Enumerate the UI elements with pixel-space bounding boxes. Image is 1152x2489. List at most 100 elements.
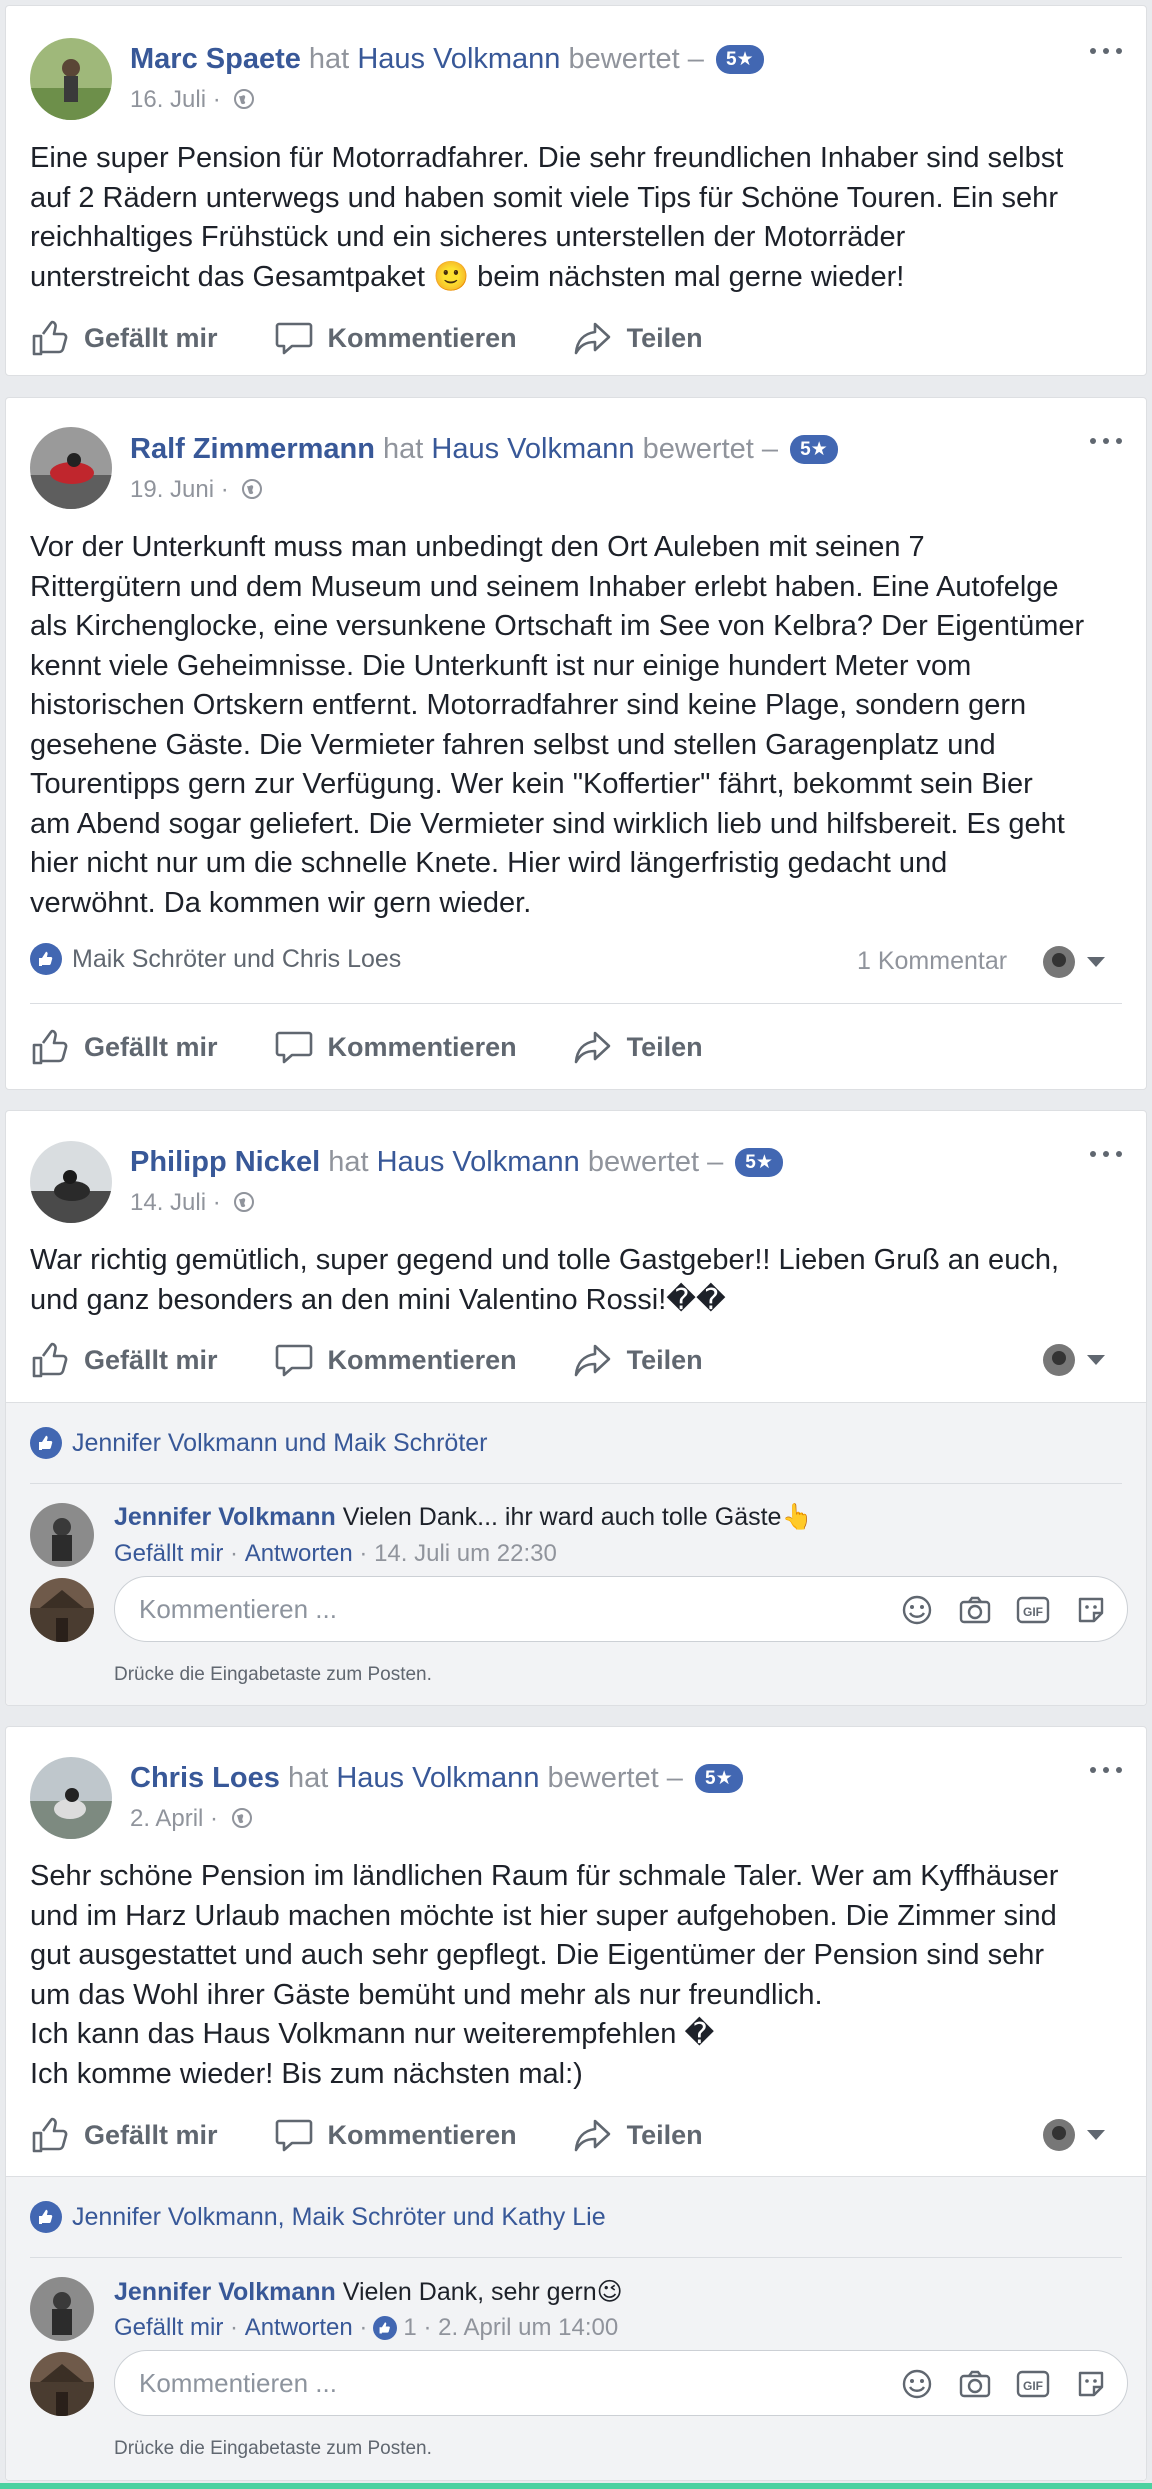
comment-input-box[interactable]: GIF <box>114 2350 1128 2416</box>
page-link[interactable]: Haus Volkmann <box>357 43 560 75</box>
more-options-icon[interactable] <box>1086 1143 1126 1163</box>
share-button[interactable]: Teilen <box>573 1027 703 1067</box>
review-text: Sehr schöne Pension im ländlichen Raum f… <box>30 1860 1059 2090</box>
reply-like-link[interactable]: Gefällt mir <box>114 2314 223 2342</box>
commenter-name[interactable]: Jennifer Volkmann <box>114 1503 336 1531</box>
like-button[interactable]: Gefällt mir <box>30 1027 218 1067</box>
page-link[interactable]: Haus Volkmann <box>431 433 634 465</box>
like-reaction-icon <box>30 1427 62 1459</box>
reply-actions: Gefällt mir · Antworten · 1 · 2. April u… <box>114 2314 619 2342</box>
likes-summary[interactable]: Jennifer Volkmann und Maik Schröter <box>30 1427 488 1459</box>
post-header: Marc Spaete hat Haus Volkmann bewertet –… <box>130 43 764 76</box>
comment-input[interactable] <box>139 1591 839 1627</box>
comment-button[interactable]: Kommentieren <box>274 1027 517 1067</box>
comment-button[interactable]: Kommentieren <box>274 1340 517 1380</box>
share-icon <box>574 1344 610 1377</box>
reply-comment: Jennifer Volkmann Vielen Dank... ihr war… <box>114 1503 813 1531</box>
commenter-name[interactable]: Jennifer Volkmann <box>114 2278 336 2306</box>
author-avatar[interactable] <box>30 427 112 509</box>
comment-input-box[interactable]: GIF <box>114 1576 1128 1642</box>
author-name[interactable]: Marc Spaete <box>130 43 301 75</box>
sticker-icon[interactable] <box>1073 2366 1109 2402</box>
reply-answer-link[interactable]: Antworten <box>245 2314 353 2342</box>
share-button[interactable]: Teilen <box>573 2115 703 2155</box>
author-avatar[interactable] <box>30 38 112 120</box>
action-bar: Gefällt mir Kommentieren Teilen <box>30 2113 759 2157</box>
post-hint: Drücke die Eingabetaste zum Posten. <box>114 1664 432 1685</box>
comment-count[interactable]: 1 Kommentar <box>857 947 1007 976</box>
like-reaction-icon <box>30 943 62 975</box>
comment-button[interactable]: Kommentieren <box>274 318 517 358</box>
gif-icon[interactable]: GIF <box>1015 2366 1051 2402</box>
page-link[interactable]: Haus Volkmann <box>336 1762 539 1794</box>
reply-actions: Gefällt mir · Antworten · 14. Juli um 22… <box>114 1540 557 1568</box>
share-icon <box>574 2119 610 2152</box>
chevron-down-icon <box>1087 1355 1105 1365</box>
reply-timestamp[interactable]: · 14. Juli um 22:30 <box>359 1540 556 1568</box>
author-name[interactable]: Ralf Zimmermann <box>130 433 375 465</box>
post-header: Philipp Nickel hat Haus Volkmann bewerte… <box>130 1146 783 1179</box>
share-button[interactable]: Teilen <box>573 1340 703 1380</box>
more-options-icon[interactable] <box>1086 40 1126 60</box>
likes-summary[interactable]: Jennifer Volkmann, Maik Schröter und Kat… <box>30 2201 606 2233</box>
post-meta: 16. Juli · <box>130 86 255 114</box>
rating-badge: 5★ <box>735 1148 783 1177</box>
rating-badge: 5★ <box>715 45 764 74</box>
action-bar: Gefällt mir Kommentieren Teilen <box>30 1338 759 1382</box>
commenter-avatar[interactable] <box>30 2277 94 2341</box>
camera-icon[interactable] <box>957 2366 993 2402</box>
commenter-avatar[interactable] <box>30 1503 94 1567</box>
reply-timestamp[interactable]: · 2. April um 14:00 <box>423 2314 618 2342</box>
comment-input[interactable] <box>139 2365 839 2401</box>
thumbs-up-icon <box>32 2117 68 2153</box>
post-date[interactable]: 19. Juni · <box>130 476 229 503</box>
viewer-selector[interactable] <box>1043 1344 1105 1376</box>
reply-answer-link[interactable]: Antworten <box>245 1540 353 1568</box>
reply-comment: Jennifer Volkmann Vielen Dank, sehr gern… <box>114 2278 623 2306</box>
globe-icon <box>231 1808 252 1828</box>
emoji-icon[interactable] <box>899 1592 935 1628</box>
share-icon <box>574 1031 610 1064</box>
emoji-icon[interactable] <box>899 2366 935 2402</box>
thumbs-up-icon <box>32 1342 68 1378</box>
author-name[interactable]: Chris Loes <box>130 1762 280 1794</box>
more-options-icon[interactable] <box>1086 430 1126 450</box>
post-meta: 2. April · <box>130 1805 253 1833</box>
review-text: Vor der Unterkunft muss man unbedingt de… <box>30 531 1085 919</box>
like-reaction-icon[interactable] <box>373 2316 398 2340</box>
comment-icon <box>275 322 312 355</box>
share-button[interactable]: Teilen <box>573 318 703 358</box>
like-button[interactable]: Gefällt mir <box>30 1340 218 1380</box>
gif-icon[interactable]: GIF <box>1015 1592 1051 1628</box>
chevron-down-icon <box>1087 2130 1105 2140</box>
like-button[interactable]: Gefällt mir <box>30 2115 218 2155</box>
author-avatar[interactable] <box>30 1757 112 1839</box>
review-text: War richtig gemütlich, super gegend und … <box>30 1244 1060 1316</box>
review-post-2: Ralf Zimmermann hat Haus Volkmann bewert… <box>5 397 1147 1090</box>
post-date[interactable]: 16. Juli · <box>130 86 221 113</box>
author-name[interactable]: Philipp Nickel <box>130 1146 320 1178</box>
review-text: Eine super Pension für Motorradfahrer. D… <box>30 142 1064 293</box>
post-date[interactable]: 2. April · <box>130 1805 218 1832</box>
like-button[interactable]: Gefällt mir <box>30 318 218 358</box>
viewer-selector[interactable] <box>1043 946 1105 978</box>
more-options-icon[interactable] <box>1086 1759 1126 1779</box>
post-date[interactable]: 14. Juli · <box>130 1189 221 1216</box>
thumbs-up-icon <box>32 320 68 356</box>
like-reaction-icon <box>30 2201 62 2233</box>
author-avatar[interactable] <box>30 1141 112 1223</box>
globe-icon <box>234 89 255 109</box>
comment-button[interactable]: Kommentieren <box>274 2115 517 2155</box>
my-avatar <box>30 2352 94 2416</box>
viewer-selector[interactable] <box>1043 2119 1105 2151</box>
camera-icon[interactable] <box>957 1592 993 1628</box>
review-post-1: Marc Spaete hat Haus Volkmann bewertet –… <box>5 5 1147 376</box>
likes-summary[interactable]: Maik Schröter und Chris Loes <box>30 943 401 975</box>
reply-like-link[interactable]: Gefällt mir <box>114 1540 223 1568</box>
rating-badge: 5★ <box>695 1764 743 1793</box>
comment-icon <box>275 1031 312 1064</box>
post-hint: Drücke die Eingabetaste zum Posten. <box>114 2438 432 2459</box>
page-link[interactable]: Haus Volkmann <box>377 1146 580 1178</box>
post-header: Ralf Zimmermann hat Haus Volkmann bewert… <box>130 433 838 466</box>
sticker-icon[interactable] <box>1073 1592 1109 1628</box>
